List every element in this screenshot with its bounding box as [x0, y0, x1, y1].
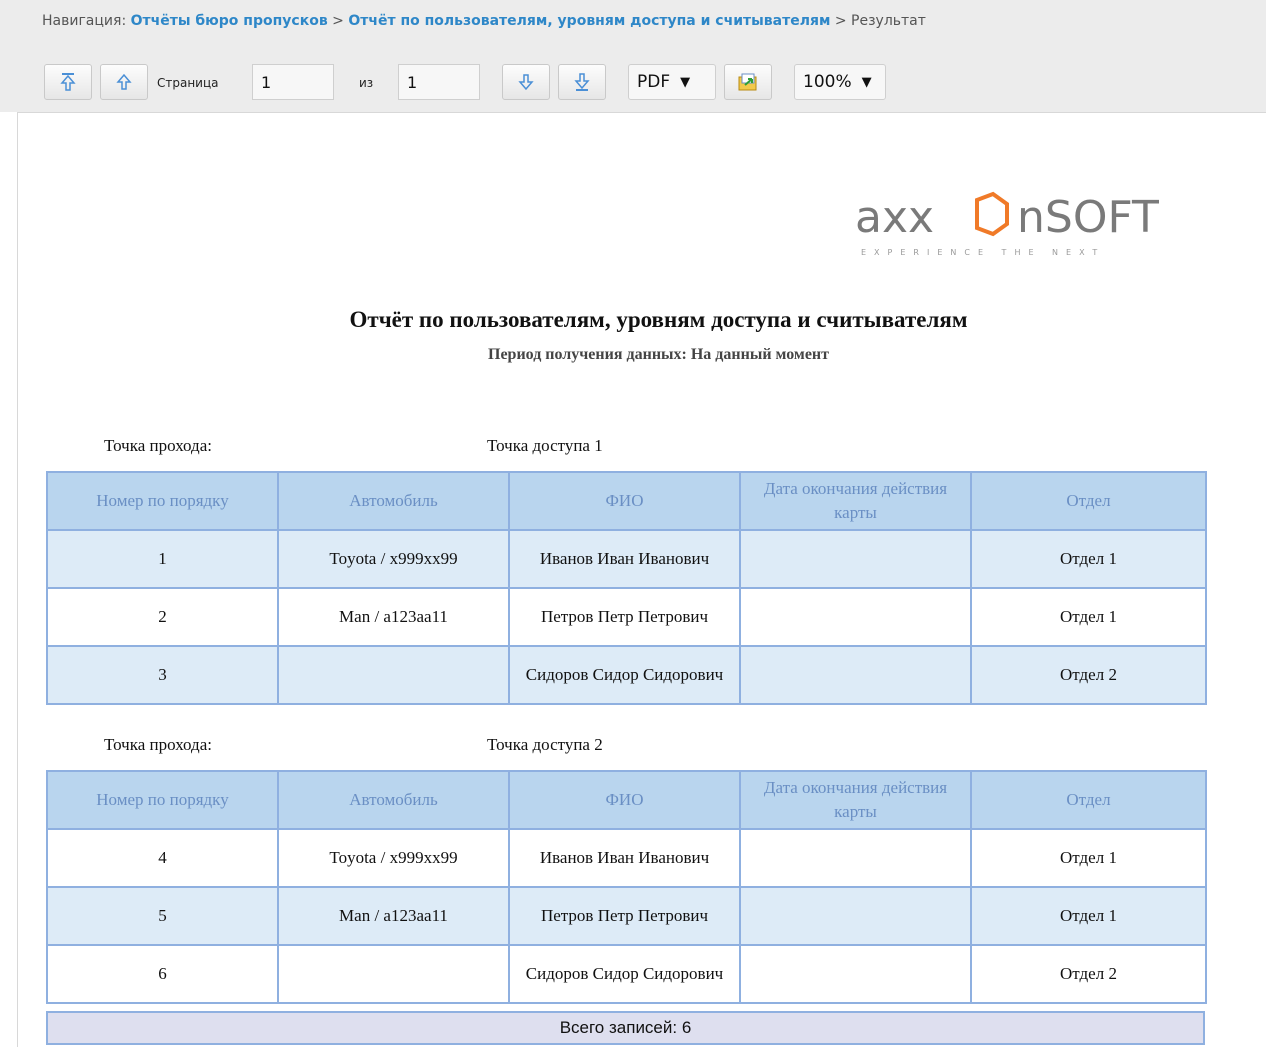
cell-name: Иванов Иван Иванович: [508, 529, 741, 589]
chevron-down-icon: ▼: [861, 74, 872, 90]
cell-card-expiry: [739, 828, 972, 888]
first-page-button[interactable]: [44, 64, 92, 100]
breadcrumb-pass-office-reports[interactable]: Отчёты бюро пропусков: [131, 13, 328, 29]
cell-card-expiry: [739, 587, 972, 647]
cell-car: Man / a123aa11: [277, 587, 510, 647]
breadcrumb-current: Результат: [851, 13, 926, 29]
export-icon: [738, 73, 757, 91]
table-header-row: Номер по порядку Автомобиль ФИО Дата око…: [46, 770, 1207, 830]
next-page-icon: [518, 74, 534, 91]
svg-text:nSOFT: nSOFT: [1017, 192, 1159, 240]
cell-car: Toyota / x999xx99: [277, 529, 510, 589]
column-header: Автомобиль: [277, 471, 510, 531]
cell-department: Отдел 2: [970, 645, 1207, 705]
cell-number: 4: [46, 828, 279, 888]
table-row: 2 Man / a123aa11 Петров Петр Петрович От…: [46, 587, 1207, 647]
breadcrumb-prefix: Навигация:: [42, 13, 127, 29]
svg-text:axx: axx: [855, 192, 934, 240]
report-subtitle: Период получения данных: На данный момен…: [488, 346, 829, 363]
cell-department: Отдел 1: [970, 886, 1207, 946]
report-toolbar: Страница 1 из 1 PDF ▼ 100% ▼: [0, 40, 1266, 112]
cell-name: Иванов Иван Иванович: [508, 828, 741, 888]
table-row: 6 Сидоров Сидор Сидорович Отдел 2: [46, 944, 1207, 1004]
page-label: Страница: [157, 76, 219, 90]
access-point-label: Точка прохода:: [104, 735, 212, 754]
company-logo: axx nSOFT EXPERIENCE THE NEXT: [855, 184, 1195, 264]
of-label: из: [359, 76, 374, 90]
cell-name: Петров Петр Петрович: [508, 886, 741, 946]
zoom-value: 100%: [803, 72, 852, 92]
report-table-1: Номер по порядку Автомобиль ФИО Дата око…: [46, 471, 1207, 705]
column-header: Номер по порядку: [46, 471, 279, 531]
cell-car: [277, 944, 510, 1004]
column-header: Автомобиль: [277, 770, 510, 830]
column-header: ФИО: [508, 471, 741, 531]
column-header: Дата окончания действия карты: [739, 770, 972, 830]
export-format-value: PDF: [637, 72, 671, 92]
column-header: Отдел: [970, 770, 1207, 830]
access-point-label: Точка прохода:: [104, 436, 212, 455]
report-title: Отчёт по пользователям, уровням доступа …: [349, 307, 968, 332]
cell-number: 5: [46, 886, 279, 946]
access-point-value: Точка доступа 2: [487, 735, 603, 754]
cell-number: 3: [46, 645, 279, 705]
cell-number: 6: [46, 944, 279, 1004]
cell-car: Man / a123aa11: [277, 886, 510, 946]
logo-tagline: EXPERIENCE THE NEXT: [861, 248, 1106, 257]
cell-number: 2: [46, 587, 279, 647]
table-row: 1 Toyota / x999xx99 Иванов Иван Иванович…: [46, 529, 1207, 589]
page-number-input[interactable]: 1: [252, 64, 334, 100]
cell-card-expiry: [739, 944, 972, 1004]
logo-mark-icon: axx nSOFT: [855, 191, 1159, 240]
table-row: 5 Man / a123aa11 Петров Петр Петрович От…: [46, 886, 1207, 946]
column-header: Дата окончания действия карты: [739, 471, 972, 531]
column-header: Отдел: [970, 471, 1207, 531]
breadcrumb-separator: >: [332, 13, 344, 29]
column-header: ФИО: [508, 770, 741, 830]
breadcrumb-report-users-levels-readers[interactable]: Отчёт по пользователям, уровням доступа …: [348, 13, 830, 29]
breadcrumb: Навигация: Отчёты бюро пропусков > Отчёт…: [42, 13, 926, 29]
cell-card-expiry: [739, 529, 972, 589]
export-format-select[interactable]: PDF ▼: [628, 64, 716, 100]
cell-car: Toyota / x999xx99: [277, 828, 510, 888]
cell-department: Отдел 1: [970, 828, 1207, 888]
cell-department: Отдел 1: [970, 587, 1207, 647]
table-row: 4 Toyota / x999xx99 Иванов Иван Иванович…: [46, 828, 1207, 888]
cell-name: Сидоров Сидор Сидорович: [508, 944, 741, 1004]
previous-page-button[interactable]: [100, 64, 148, 100]
cell-department: Отдел 1: [970, 529, 1207, 589]
chevron-down-icon: ▼: [680, 74, 691, 90]
export-button[interactable]: [724, 64, 772, 100]
cell-department: Отдел 2: [970, 944, 1207, 1004]
report-table-2: Номер по порядку Автомобиль ФИО Дата око…: [46, 770, 1207, 1004]
zoom-select[interactable]: 100% ▼: [794, 64, 886, 100]
last-page-button[interactable]: [558, 64, 606, 100]
breadcrumb-separator: >: [834, 13, 847, 29]
first-page-icon: [60, 73, 76, 91]
column-header: Номер по порядку: [46, 770, 279, 830]
cell-name: Петров Петр Петрович: [508, 587, 741, 647]
next-page-button[interactable]: [502, 64, 550, 100]
navigation-bar: Навигация: Отчёты бюро пропусков > Отчёт…: [0, 0, 1266, 40]
total-records: Всего записей: 6: [46, 1011, 1205, 1045]
previous-page-icon: [116, 73, 132, 90]
table-row: 3 Сидоров Сидор Сидорович Отдел 2: [46, 645, 1207, 705]
cell-name: Сидоров Сидор Сидорович: [508, 645, 741, 705]
total-pages-field: 1: [398, 64, 480, 100]
cell-car: [277, 645, 510, 705]
cell-number: 1: [46, 529, 279, 589]
access-point-value: Точка доступа 1: [487, 436, 603, 455]
cell-card-expiry: [739, 645, 972, 705]
table-header-row: Номер по порядку Автомобиль ФИО Дата око…: [46, 471, 1207, 531]
last-page-icon: [574, 73, 590, 91]
cell-card-expiry: [739, 886, 972, 946]
